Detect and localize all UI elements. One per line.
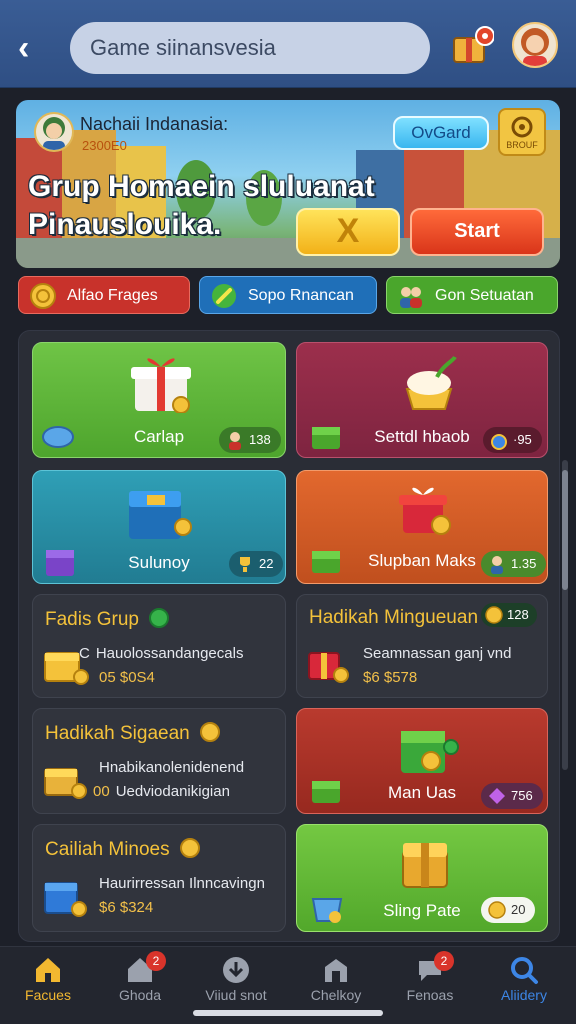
banner-badge: BROUF xyxy=(498,108,546,156)
card-description: Haurirressan Ilnncavingn xyxy=(99,875,265,892)
card-chip: 22 xyxy=(229,551,284,577)
banner-user-name: Nachaii Indanasia: xyxy=(80,114,229,134)
card-chip-value: 756 xyxy=(511,788,533,803)
nav-item-viiud-snot[interactable]: Viiud snot xyxy=(188,947,284,1011)
card-sulunoy[interactable]: Sulunoy 22 xyxy=(32,470,286,584)
card-cailiah-minoes[interactable]: Cailiah Minoes Haurirressan Ilnncavingn … xyxy=(32,824,286,932)
category-label: Alfao Frages xyxy=(67,287,158,304)
category-label: Sopo Rnancan xyxy=(248,287,354,304)
home-icon xyxy=(36,958,60,982)
card-chip-value: 22 xyxy=(259,556,274,571)
coin-icon xyxy=(30,283,56,309)
notification-badge: 2 xyxy=(434,951,454,971)
blue-box-icon xyxy=(44,882,87,917)
nav-label: Ghoda xyxy=(118,987,162,1003)
leaf-icon xyxy=(212,284,236,308)
card-sling-pate[interactable]: Sling Pate 20 xyxy=(296,824,548,932)
card-title: Fadis Grup xyxy=(45,607,170,631)
gold-chest-icon xyxy=(402,843,448,888)
card-chip: 20 xyxy=(481,897,536,923)
card-chip: 1.35 xyxy=(481,551,547,577)
card-chip: 756 xyxy=(481,783,543,809)
nav-item-ghoda[interactable]: 2 Ghoda xyxy=(92,947,188,1011)
card-description: C Hauolossandangecals xyxy=(79,645,244,662)
card-subtext: 00 Uedviodanikigian xyxy=(93,783,230,800)
card-chip-value: 1.35 xyxy=(511,556,537,571)
banner-coin-count: 2300E0 xyxy=(82,138,127,153)
search-icon xyxy=(511,957,538,984)
banner-title-line1: Grup Homaein sluluanat xyxy=(28,170,375,203)
home-indicator[interactable] xyxy=(193,1010,383,1016)
category-label: Gon Setuatan xyxy=(435,287,534,304)
nav-label: Viiud snot xyxy=(205,987,267,1003)
card-chip: ·95 xyxy=(483,427,542,453)
card-fadis-grup[interactable]: Fadis Grup C Hauolossandangecals 05 $0S4 xyxy=(32,594,286,698)
card-title: Hadikah Sigaean xyxy=(45,721,221,745)
green-cube-icon xyxy=(401,731,459,773)
trophy-icon xyxy=(240,557,250,572)
friends-icon xyxy=(400,287,422,308)
gift-box-icon xyxy=(131,358,191,413)
card-title: Cailiah Minoes xyxy=(45,837,201,861)
card-chip-value: 138 xyxy=(249,432,271,447)
gift-icon[interactable] xyxy=(452,26,494,66)
card-slupban[interactable]: Slupban Maks 1.35 xyxy=(296,470,548,584)
coin-icon xyxy=(485,606,503,624)
potion-icon xyxy=(491,434,507,450)
card-description: Seamnassan ganj vnd xyxy=(363,645,512,662)
diamond-icon xyxy=(489,788,505,804)
category-alfao-frages[interactable]: Alfao Frages xyxy=(18,276,190,314)
back-arrow-icon[interactable]: ‹ xyxy=(18,30,46,66)
card-price: $6 $578 xyxy=(363,669,418,686)
green-gem-icon xyxy=(149,608,170,628)
card-hadikah-mingueuan[interactable]: Hadikah Minguеuan 128 Seamnassan ganj vn… xyxy=(296,594,548,698)
treasure-box-icon xyxy=(129,491,192,539)
category-gon-setuatan[interactable]: Gon Setuatan xyxy=(386,276,558,314)
banner-badge-label: BROUF xyxy=(506,140,538,150)
gold-crate-icon xyxy=(44,768,87,799)
nav-item-facues[interactable]: Facues xyxy=(0,947,96,1011)
card-price: 05 $0S4 xyxy=(99,669,155,686)
red-gift-icon xyxy=(308,652,349,683)
cupcake-icon xyxy=(405,355,457,410)
banner-tag-pill[interactable]: OvGard xyxy=(393,116,489,150)
banner-user-avatar xyxy=(34,112,74,152)
category-sopo-rnancan[interactable]: Sopo Rnancan xyxy=(199,276,377,314)
scrollbar-thumb[interactable] xyxy=(562,470,568,590)
nav-label: Fenoas xyxy=(406,987,454,1003)
coin-icon xyxy=(200,722,220,742)
coin-icon xyxy=(488,901,506,919)
nav-label: Facues xyxy=(25,987,71,1003)
profile-avatar[interactable] xyxy=(512,22,558,68)
start-button[interactable]: Start xyxy=(410,208,544,256)
card-settdl[interactable]: Settdl hbaob ·95 xyxy=(296,342,548,458)
card-title: Hadikah Minguеuan xyxy=(309,607,479,628)
nav-item-fenoas[interactable]: 2 Fenoas xyxy=(382,947,478,1011)
card-badge: 128 xyxy=(481,603,537,627)
shop-icon xyxy=(325,959,347,982)
card-chip-value: 20 xyxy=(511,902,526,917)
top-bar: ‹ Game siinansvesia xyxy=(0,0,576,88)
card-chip-value: ·95 xyxy=(513,432,532,447)
card-carlap[interactable]: Carlap 138 xyxy=(32,342,286,458)
character-icon xyxy=(491,556,503,574)
character-icon xyxy=(229,432,241,450)
card-price: $6 $324 xyxy=(99,899,154,916)
nav-item-chelkoy[interactable]: Chelkoy xyxy=(288,947,384,1011)
gift-red-icon xyxy=(399,487,451,535)
nav-item-aliidery[interactable]: Aliidery xyxy=(476,947,572,1011)
x-button[interactable]: X xyxy=(296,208,400,256)
coin-icon xyxy=(179,838,200,858)
card-hadikah-sigaean[interactable]: Hadikah Sigaean Hnabikanolenidenend 00 Ue… xyxy=(32,708,286,814)
card-man-uas[interactable]: Man Uas 756 xyxy=(296,708,548,814)
nav-label: Chelkoy xyxy=(310,987,362,1003)
download-icon xyxy=(223,957,249,983)
search-input[interactable]: Game siinansvesia xyxy=(70,22,430,74)
card-description: Hnabikanolenidenend xyxy=(99,759,245,776)
notification-badge: 2 xyxy=(146,951,166,971)
card-chip: 138 xyxy=(219,427,281,453)
nav-label: Aliidery xyxy=(501,987,547,1003)
